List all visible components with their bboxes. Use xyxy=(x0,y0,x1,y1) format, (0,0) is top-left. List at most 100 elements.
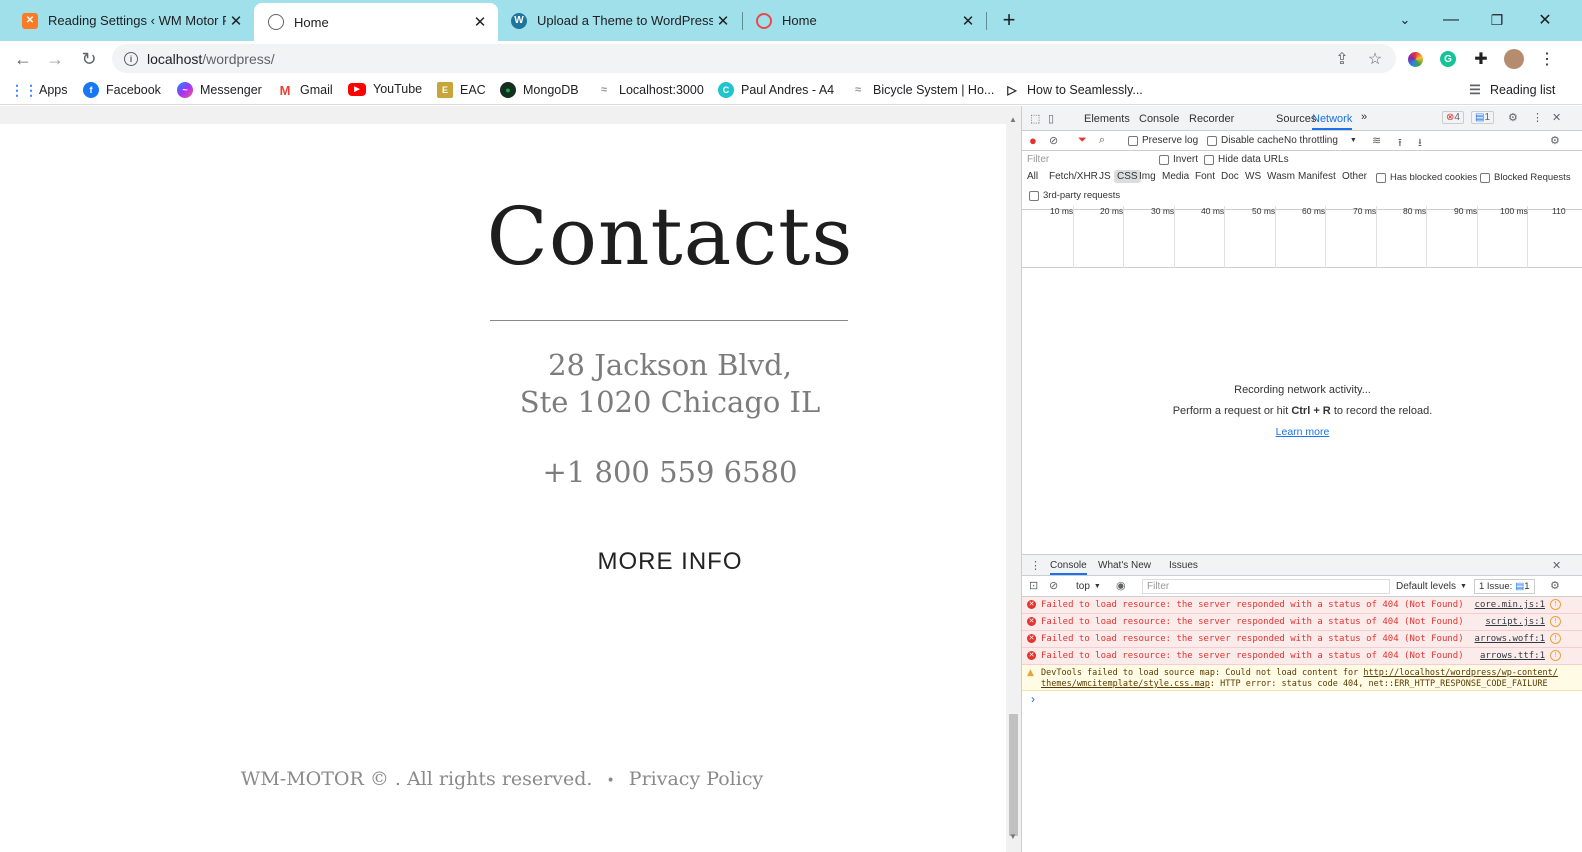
more-info-link[interactable]: MORE INFO xyxy=(0,548,1006,576)
console-source-link[interactable]: arrows.woff:1 xyxy=(1475,634,1545,644)
console-source-link[interactable]: script.js:1 xyxy=(1485,617,1545,627)
error-count-badge[interactable]: ⊗4 xyxy=(1442,111,1464,124)
issues-badge[interactable]: 1 Issue: ▤ 1 xyxy=(1474,579,1535,594)
insights-icon[interactable]: ! xyxy=(1550,616,1561,627)
filter-js[interactable]: JS xyxy=(1099,171,1111,182)
scroll-up-arrow-icon[interactable]: ▲ xyxy=(1009,115,1017,124)
throttling-select[interactable]: No throttling ▼ xyxy=(1284,135,1357,146)
reading-list-button[interactable]: ☰ Reading list xyxy=(1467,82,1555,98)
issue-count-badge[interactable]: ▤1 xyxy=(1471,111,1495,124)
more-tabs-chevron-icon[interactable]: » xyxy=(1361,111,1367,123)
close-drawer-icon[interactable]: ✕ xyxy=(1552,559,1561,572)
filter-all[interactable]: All xyxy=(1027,171,1038,182)
default-levels-select[interactable]: Default levels ▼ xyxy=(1396,581,1467,592)
console-prompt[interactable]: › xyxy=(1031,692,1035,706)
close-tab-icon[interactable]: ✕ xyxy=(958,12,978,30)
bookmark-apps[interactable]: ⋮⋮ Apps xyxy=(10,82,68,98)
console-source-link[interactable]: core.min.js:1 xyxy=(1475,600,1545,610)
bookmark-facebook[interactable]: f Facebook xyxy=(83,82,161,98)
network-filter-input[interactable]: Filter xyxy=(1027,154,1147,165)
insights-icon[interactable]: ! xyxy=(1550,650,1561,661)
console-settings-gear-icon[interactable]: ⚙ xyxy=(1550,579,1560,592)
devtools-tab-recorder[interactable]: Recorder xyxy=(1189,113,1234,125)
devtools-tab-network[interactable]: Network xyxy=(1312,113,1353,130)
forward-arrow-icon[interactable]: → xyxy=(40,44,70,74)
tab-upload-theme[interactable]: W Upload a Theme to WordPress.co ✕ xyxy=(497,4,741,37)
scrollbar-thumb[interactable] xyxy=(1009,714,1018,836)
page-scrollbar[interactable]: ▲ ▼ xyxy=(1006,106,1021,852)
extensions-puzzle-icon[interactable]: ✚ xyxy=(1470,48,1492,70)
has-blocked-cookies-checkbox[interactable]: Has blocked cookies xyxy=(1376,172,1477,183)
url-text[interactable]: localhost/wordpress/ xyxy=(147,51,275,67)
devtools-tab-sources[interactable]: Sources xyxy=(1276,113,1316,125)
third-party-checkbox[interactable]: 3rd-party requests xyxy=(1029,190,1120,201)
tab-search-chevron-icon[interactable]: ⌄ xyxy=(1382,0,1428,40)
filter-funnel-icon[interactable]: ⏷ xyxy=(1078,134,1087,147)
tab-home-2[interactable]: Home ✕ xyxy=(742,4,986,37)
color-extension-icon[interactable] xyxy=(1404,48,1426,70)
close-tab-icon[interactable]: ✕ xyxy=(713,12,733,30)
filter-img[interactable]: Img xyxy=(1139,171,1156,182)
invert-checkbox[interactable]: Invert xyxy=(1159,154,1198,165)
grammarly-icon[interactable]: G xyxy=(1437,48,1459,70)
network-conditions-icon[interactable]: ≋ xyxy=(1372,134,1381,147)
bookmark-how-to[interactable]: ▷ How to Seamlessly... xyxy=(1004,82,1142,98)
insights-icon[interactable]: ! xyxy=(1550,599,1561,610)
device-toolbar-icon[interactable]: ▯ xyxy=(1048,112,1054,125)
filter-media[interactable]: Media xyxy=(1162,171,1189,182)
live-expression-eye-icon[interactable]: ◉ xyxy=(1116,579,1126,592)
bookmark-gmail[interactable]: M Gmail xyxy=(277,82,333,98)
warning-link[interactable]: http://localhost/wordpress/wp-content/ xyxy=(1363,668,1557,678)
drawer-tab-whats-new[interactable]: What's New xyxy=(1098,560,1151,571)
bookmark-messenger[interactable]: ~ Messenger xyxy=(177,82,262,98)
filter-doc[interactable]: Doc xyxy=(1221,171,1239,182)
close-devtools-icon[interactable]: ✕ xyxy=(1552,111,1561,124)
console-filter-input[interactable]: Filter xyxy=(1142,579,1390,594)
filter-wasm[interactable]: Wasm xyxy=(1267,171,1295,182)
menu-kebab-icon[interactable]: ⋮ xyxy=(1536,48,1558,70)
back-arrow-icon[interactable]: ← xyxy=(8,44,38,74)
clear-console-icon[interactable]: ⊘ xyxy=(1049,579,1058,592)
close-tab-icon[interactable]: ✕ xyxy=(226,12,246,30)
address-bar[interactable]: i localhost/wordpress/ xyxy=(112,44,1396,73)
filter-fetch-xhr[interactable]: Fetch/XHR xyxy=(1049,171,1098,182)
bookmark-bicycle[interactable]: ≈ Bicycle System | Ho... xyxy=(850,82,994,98)
devtools-tab-elements[interactable]: Elements xyxy=(1084,113,1130,125)
settings-gear-icon[interactable]: ⚙ xyxy=(1508,111,1518,124)
record-icon[interactable]: ● xyxy=(1029,133,1037,148)
bookmark-canva[interactable]: C Paul Andres - A4 xyxy=(718,82,834,98)
devtools-menu-icon[interactable]: ⋮ xyxy=(1532,111,1543,124)
filter-other[interactable]: Other xyxy=(1342,171,1367,182)
close-window-button[interactable]: ✕ xyxy=(1522,0,1568,40)
tab-home-active[interactable]: Home ✕ xyxy=(254,3,498,41)
drawer-menu-icon[interactable]: ⋮ xyxy=(1030,559,1041,572)
bookmark-localhost[interactable]: ≈ Localhost:3000 xyxy=(596,82,704,98)
bookmark-youtube[interactable]: ▶ YouTube xyxy=(348,82,422,96)
restore-button[interactable]: ❐ xyxy=(1474,0,1520,40)
bookmark-star-icon[interactable]: ☆ xyxy=(1364,48,1386,70)
filter-css[interactable]: CSS xyxy=(1114,170,1141,183)
bookmark-mongodb[interactable]: ● MongoDB xyxy=(500,82,579,98)
preserve-log-checkbox[interactable]: Preserve log xyxy=(1128,135,1198,146)
new-tab-button[interactable]: + xyxy=(986,0,1032,40)
network-settings-gear-icon[interactable]: ⚙ xyxy=(1550,134,1560,147)
close-tab-icon[interactable]: ✕ xyxy=(470,13,490,31)
site-info-icon[interactable]: i xyxy=(124,51,138,66)
bookmark-eac[interactable]: E EAC xyxy=(437,82,486,98)
disable-cache-checkbox[interactable]: Disable cache xyxy=(1207,135,1284,146)
blocked-requests-checkbox[interactable]: Blocked Requests xyxy=(1480,172,1571,183)
context-select[interactable]: top ▼ xyxy=(1076,581,1101,592)
warning-link[interactable]: themes/wmcitemplate/style.css.map xyxy=(1041,679,1210,689)
drawer-tab-console[interactable]: Console xyxy=(1050,560,1087,575)
sidebar-toggle-icon[interactable]: ⊡ xyxy=(1029,579,1038,592)
drawer-tab-issues[interactable]: Issues xyxy=(1169,560,1198,571)
minimize-button[interactable]: — xyxy=(1428,0,1474,40)
inspect-element-icon[interactable]: ⬚ xyxy=(1030,112,1040,125)
share-icon[interactable]: ⇪ xyxy=(1331,48,1353,70)
privacy-policy-link[interactable]: Privacy Policy xyxy=(629,768,763,790)
insights-icon[interactable]: ! xyxy=(1550,633,1561,644)
hide-data-urls-checkbox[interactable]: Hide data URLs xyxy=(1204,154,1289,165)
devtools-tab-console[interactable]: Console xyxy=(1139,113,1179,125)
console-source-link[interactable]: arrows.ttf:1 xyxy=(1480,651,1545,661)
reload-icon[interactable]: ↻ xyxy=(74,44,104,74)
